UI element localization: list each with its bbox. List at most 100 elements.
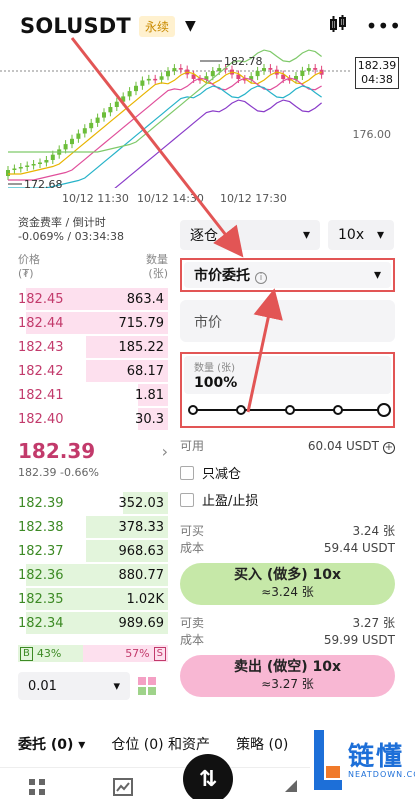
buy-long-button[interactable]: 买入 (做多) 10x ≈3.24 张	[180, 563, 395, 605]
chevron-down-icon: ▾	[302, 227, 310, 243]
leverage-select[interactable]: 10x ▾	[328, 220, 394, 250]
ask-qty: 185.22	[118, 339, 165, 355]
price-level-label: 176.00	[352, 128, 392, 141]
candle-body	[6, 170, 10, 176]
bid-row[interactable]: 182.34 989.69	[18, 611, 168, 635]
bid-row[interactable]: 182.36 880.77	[18, 563, 168, 587]
sell-ratio-bar: 57% S	[82, 645, 168, 662]
ask-qty: 68.17	[126, 363, 164, 379]
last-price-row[interactable]: 182.39 ›	[18, 439, 168, 463]
slider-stop-0[interactable]	[188, 405, 198, 415]
bid-qty: 352.03	[118, 495, 165, 511]
trade-fab-button[interactable]: ⇅	[183, 754, 233, 799]
tp-sl-checkbox[interactable]: 止盈/止损	[180, 490, 395, 509]
precision-row: 0.01 ▾	[18, 672, 168, 700]
bid-price: 182.39	[18, 495, 64, 511]
candlestick-icon[interactable]	[328, 14, 348, 39]
bid-price: 182.35	[18, 591, 64, 607]
home-icon[interactable]	[28, 778, 46, 799]
candle-body	[178, 68, 183, 70]
info-icon[interactable]: i	[255, 272, 267, 284]
tab-orders-label: 委托 (0)	[18, 737, 74, 753]
chevron-down-icon: ▾	[113, 678, 120, 694]
bid-qty: 880.77	[118, 567, 165, 583]
ask-price: 182.43	[18, 339, 64, 355]
can-sell-row: 可卖 3.27 张	[180, 615, 395, 632]
funding-value: -0.069% / 03:34:38	[18, 230, 125, 243]
candlestick-chart: 182.78 172.68	[0, 49, 350, 188]
mark-price-change: 182.39 -0.66%	[18, 466, 99, 479]
candle-body	[255, 70, 260, 77]
ask-row[interactable]: 182.40 30.3	[18, 407, 168, 431]
bid-rows: 182.39 352.03 182.38 378.33 182.37 968.63 182.…	[18, 491, 168, 635]
bid-price: 182.34	[18, 615, 64, 631]
margin-mode-value: 逐仓	[190, 228, 218, 244]
price-chart[interactable]: 182.78 172.68 182.39 04:38 176.00	[0, 48, 415, 208]
available-label: 可用	[180, 439, 205, 453]
bid-row[interactable]: 182.35 1.02K	[18, 587, 168, 611]
candle-body	[134, 85, 138, 92]
ma-line-cyan	[8, 85, 322, 188]
bid-row[interactable]: 182.39 352.03	[18, 491, 168, 515]
col-qty: 数量	[146, 253, 168, 266]
tab-orders[interactable]: 委托 (0) ▾	[18, 734, 85, 754]
chevron-down-icon: ▾	[78, 737, 86, 753]
sell-pct: 57%	[125, 647, 150, 660]
chevron-right-icon[interactable]: ›	[162, 442, 168, 461]
ask-row[interactable]: 182.44 715.79	[18, 311, 168, 335]
bid-row[interactable]: 182.38 378.33	[18, 515, 168, 539]
countdown-label: 04:38	[361, 73, 393, 86]
precision-select[interactable]: 0.01 ▾	[18, 672, 130, 700]
candle-body	[172, 68, 177, 72]
candle-body	[95, 117, 100, 123]
price-input[interactable]: 市价	[180, 300, 395, 342]
quantity-highlight: 数量 (张) 100%	[180, 352, 395, 428]
transfer-plus-icon[interactable]: +	[383, 442, 395, 454]
leverage-value: 10x	[338, 227, 365, 243]
buy-button-sub: ≈3.24 张	[261, 585, 314, 599]
reduce-only-checkbox[interactable]: 只减仓	[180, 463, 395, 482]
more-icon[interactable]: •••	[366, 14, 401, 38]
order-type-highlight: 市价委托 i ▾	[180, 258, 395, 292]
symbol-title[interactable]: SOLUSDT	[20, 14, 131, 38]
bid-row[interactable]: 182.37 968.63	[18, 539, 168, 563]
sell-short-button[interactable]: 卖出 (做空) 10x ≈3.27 张	[180, 655, 395, 697]
slider-stop-75[interactable]	[332, 405, 343, 415]
slider-stop-50[interactable]	[284, 405, 295, 415]
quantity-value: 100%	[194, 375, 238, 391]
last-price: 182.39	[18, 439, 96, 463]
ask-row[interactable]: 182.42 68.17	[18, 359, 168, 383]
can-buy-row: 可买 3.24 张	[180, 523, 395, 540]
funding-label: 资金费率 / 倒计时	[18, 216, 106, 229]
buy-ratio-bar: B 43%	[18, 645, 83, 662]
book-column-headers: 价格 (₮) 数量 (张)	[18, 253, 168, 281]
quantity-slider[interactable]	[188, 398, 391, 422]
slider-stop-25[interactable]	[236, 405, 247, 415]
book-layout-icon[interactable]	[138, 677, 156, 695]
tab-positions[interactable]: 仓位 (0) 和资产	[111, 734, 210, 754]
sell-cost-row: 成本 59.99 USDT	[180, 632, 395, 649]
tab-strategy[interactable]: 策略 (0)	[236, 734, 288, 754]
candle-body	[70, 138, 74, 145]
quantity-input[interactable]: 数量 (张) 100%	[184, 356, 391, 394]
symbol-dropdown-icon[interactable]: ▼	[185, 18, 196, 34]
sell-button-label: 卖出 (做空) 10x	[233, 659, 342, 675]
margin-mode-select[interactable]: 逐仓 ▾	[180, 220, 320, 250]
ask-price: 182.42	[18, 363, 64, 379]
candle-body	[140, 80, 145, 86]
order-type-select[interactable]: 市价委托 i ▾	[184, 262, 391, 288]
ask-row[interactable]: 182.41 1.81	[18, 383, 168, 407]
slider-stop-100[interactable]	[377, 403, 391, 417]
chevron-down-icon: ▾	[373, 267, 381, 283]
ask-row[interactable]: 182.45 863.4	[18, 287, 168, 311]
can-buy-label: 可买	[180, 524, 205, 538]
bid-qty: 1.02K	[126, 591, 164, 607]
earn-icon[interactable]	[283, 778, 299, 798]
ask-row[interactable]: 182.43 185.22	[18, 335, 168, 359]
markets-icon[interactable]	[113, 778, 133, 799]
header-actions: •••	[328, 14, 401, 39]
candle-body	[127, 91, 132, 97]
ask-price: 182.41	[18, 387, 64, 403]
buy-cost-value: 59.44 USDT	[323, 541, 395, 555]
bid-qty: 378.33	[118, 519, 165, 535]
